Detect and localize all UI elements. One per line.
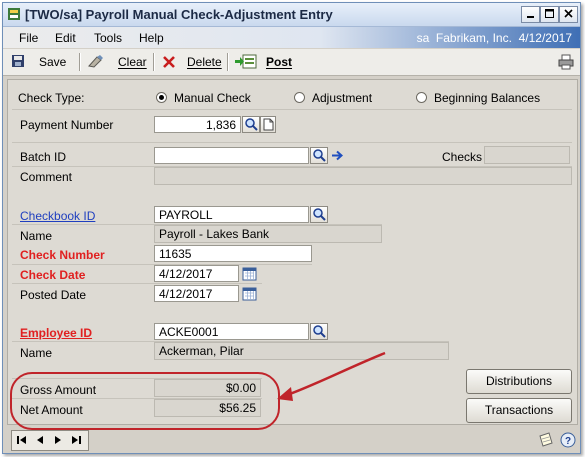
- svg-text:?: ?: [565, 436, 571, 447]
- minimize-button[interactable]: [521, 6, 540, 23]
- radio-adjustment-label[interactable]: Adjustment: [312, 91, 372, 105]
- toolbar-separator: [153, 53, 155, 71]
- employee-name-label: Name: [20, 346, 53, 360]
- save-icon[interactable]: [11, 54, 25, 71]
- checkbook-name-field: Payroll - Lakes Bank: [154, 225, 382, 243]
- check-number-field[interactable]: 11635: [154, 245, 312, 262]
- radio-manual-check[interactable]: [156, 92, 167, 103]
- toolbar-separator: [227, 53, 229, 71]
- checks-count-field: [484, 146, 570, 164]
- amount-highlight-ellipse: [10, 372, 280, 430]
- check-type-label: Check Type:: [18, 91, 85, 105]
- radio-manual-check-label[interactable]: Manual Check: [174, 91, 251, 105]
- check-date-field[interactable]: 4/12/2017: [154, 265, 239, 282]
- checkbook-id-link[interactable]: Checkbook ID: [20, 209, 95, 223]
- clear-button[interactable]: Clear: [118, 55, 147, 69]
- window-title: [TWO/sa] Payroll Manual Check-Adjustment…: [25, 7, 333, 22]
- divider: [12, 142, 572, 143]
- batch-id-field[interactable]: [154, 147, 309, 164]
- delete-button[interactable]: Delete: [187, 55, 222, 69]
- app-icon: [7, 7, 21, 21]
- note-icon[interactable]: [537, 431, 555, 449]
- new-document-icon: [263, 118, 274, 131]
- employee-id-link[interactable]: Employee ID: [20, 326, 92, 340]
- lookup-icon: [313, 325, 326, 338]
- save-button[interactable]: Save: [39, 55, 66, 69]
- batch-expand-arrow-icon[interactable]: [331, 149, 345, 165]
- toolbar: Save Clear Delete Post: [3, 49, 580, 76]
- batch-lookup-button[interactable]: [310, 147, 328, 164]
- distributions-button[interactable]: Distributions: [466, 369, 572, 394]
- comment-field[interactable]: [154, 167, 572, 185]
- menu-tools[interactable]: Tools: [94, 31, 122, 45]
- menu-bar: File Edit Tools Help sa Fabrikam, Inc. 4…: [3, 27, 580, 48]
- checks-label: Checks: [442, 150, 483, 164]
- transactions-button[interactable]: Transactions: [466, 398, 572, 423]
- posted-date-field[interactable]: 4/12/2017: [154, 285, 239, 302]
- next-record-icon[interactable]: [51, 433, 65, 447]
- checkbook-name-label: Name: [20, 229, 53, 243]
- calendar-icon[interactable]: [242, 266, 257, 284]
- batch-id-label: Batch ID: [20, 150, 67, 164]
- post-button[interactable]: Post: [266, 55, 292, 69]
- payment-lookup-button[interactable]: [242, 116, 260, 133]
- close-button[interactable]: [559, 6, 578, 23]
- radio-beginning-balances[interactable]: [416, 92, 427, 103]
- payment-number-label: Payment Number: [20, 118, 114, 132]
- annotation-arrow: [277, 351, 386, 401]
- printer-icon[interactable]: [558, 54, 574, 73]
- previous-record-icon[interactable]: [33, 433, 47, 447]
- checkbook-id-field[interactable]: PAYROLL: [154, 206, 309, 223]
- radio-adjustment[interactable]: [294, 92, 305, 103]
- company-info: sa Fabrikam, Inc. 4/12/2017: [416, 31, 572, 45]
- divider: [12, 283, 262, 284]
- help-icon[interactable]: ?: [559, 431, 577, 449]
- comment-label: Comment: [20, 170, 73, 184]
- menu-edit[interactable]: Edit: [55, 31, 76, 45]
- checkbook-lookup-button[interactable]: [310, 206, 328, 223]
- check-number-label: Check Number: [20, 248, 105, 262]
- check-date-label: Check Date: [20, 268, 86, 282]
- title-bar: [TWO/sa] Payroll Manual Check-Adjustment…: [3, 3, 580, 27]
- maximize-button[interactable]: [540, 6, 559, 23]
- new-document-button[interactable]: [260, 116, 276, 133]
- status-bar: ?: [3, 427, 580, 453]
- lookup-icon: [313, 149, 326, 162]
- first-record-icon[interactable]: [15, 433, 29, 447]
- calendar-icon[interactable]: [242, 286, 257, 304]
- menu-help[interactable]: Help: [139, 31, 164, 45]
- menu-file[interactable]: File: [19, 31, 38, 45]
- last-record-icon[interactable]: [69, 433, 83, 447]
- lookup-icon: [245, 118, 258, 131]
- clear-icon[interactable]: [87, 54, 105, 71]
- divider: [12, 109, 572, 110]
- radio-beginning-balances-label[interactable]: Beginning Balances: [434, 91, 540, 105]
- toolbar-separator: [79, 53, 81, 71]
- delete-icon[interactable]: [162, 55, 176, 72]
- employee-lookup-button[interactable]: [310, 323, 328, 340]
- payment-number-field[interactable]: 1,836: [154, 116, 241, 133]
- post-icon[interactable]: [234, 53, 258, 73]
- posted-date-label: Posted Date: [20, 288, 87, 302]
- lookup-icon: [313, 208, 326, 221]
- employee-id-field[interactable]: ACKE0001: [154, 323, 309, 340]
